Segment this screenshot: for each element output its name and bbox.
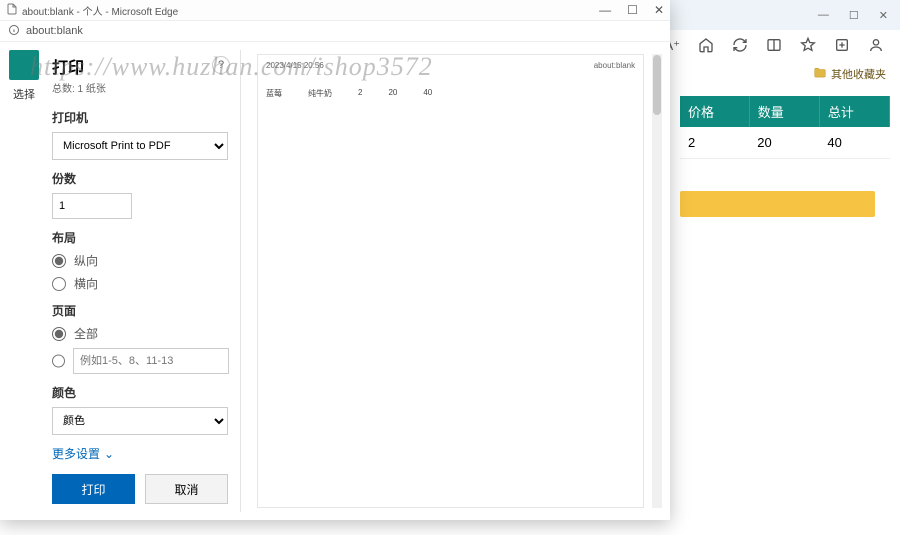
more-settings-label: 更多设置: [52, 445, 100, 462]
print-button[interactable]: 打印: [52, 474, 135, 504]
left-strip: 选择: [8, 50, 40, 512]
landscape-radio[interactable]: [52, 277, 66, 291]
print-title: 打印: [52, 54, 228, 78]
cell-qty: 20: [749, 127, 819, 159]
col-qty: 数量: [749, 96, 819, 127]
preview-mini-row: 蓝莓 纯牛奶 2 20 40: [266, 88, 635, 99]
select-label: 选择: [13, 86, 35, 102]
printer-select[interactable]: Microsoft Print to PDF: [52, 132, 228, 160]
chevron-down-icon: ⌄: [104, 447, 114, 461]
pages-all-row[interactable]: 全部: [52, 325, 228, 342]
more-settings-link[interactable]: 更多设置 ⌄: [52, 445, 114, 462]
preview-page: 2023/4/15 20:56 about:blank 蓝莓 纯牛奶 2 20 …: [257, 54, 644, 508]
teal-tab-chip[interactable]: [9, 50, 39, 80]
dialog-address-bar: about:blank: [0, 21, 670, 42]
profile-icon[interactable]: [868, 37, 884, 56]
layout-label: 布局: [52, 229, 228, 246]
layout-portrait-row[interactable]: 纵向: [52, 252, 228, 269]
color-select[interactable]: 颜色: [52, 407, 228, 435]
preview-timestamp: 2023/4/15 20:56: [266, 61, 324, 70]
pages-custom-input[interactable]: [73, 348, 229, 374]
close-icon[interactable]: ✕: [879, 9, 888, 22]
pages-custom-row[interactable]: [52, 348, 228, 374]
mini-col-1: 纯牛奶: [308, 88, 332, 99]
mini-col-0: 蓝莓: [266, 88, 282, 99]
minimize-icon[interactable]: —: [818, 9, 829, 21]
action-bar[interactable]: [680, 191, 875, 217]
portrait-radio[interactable]: [52, 254, 66, 268]
pages-custom-radio[interactable]: [52, 354, 65, 368]
printer-label: 打印机: [52, 109, 228, 126]
info-icon[interactable]: [8, 24, 26, 39]
print-settings-panel: ? 打印 总数: 1 纸张 打印机 Microsoft Print to PDF…: [46, 50, 241, 512]
home-icon[interactable]: [698, 37, 714, 56]
copies-label: 份数: [52, 170, 228, 187]
page-icon: [6, 3, 22, 18]
table-row: 2 20 40: [680, 127, 890, 159]
print-subtitle: 总数: 1 纸张: [52, 80, 228, 95]
print-dialog-window: about:blank - 个人 - Microsoft Edge — ☐ ✕ …: [0, 0, 670, 520]
print-preview-pane: 2023/4/15 20:56 about:blank 蓝莓 纯牛奶 2 20 …: [247, 50, 662, 512]
favorites-folder-label[interactable]: 其他收藏夹: [831, 66, 886, 82]
dialog-title-text: about:blank - 个人 - Microsoft Edge: [22, 3, 178, 18]
dialog-maximize-icon[interactable]: ☐: [627, 3, 638, 17]
layout-landscape-row[interactable]: 横向: [52, 275, 228, 292]
dialog-close-icon[interactable]: ✕: [654, 3, 664, 17]
refresh-icon[interactable]: [732, 37, 748, 56]
col-total: 总计: [819, 96, 889, 127]
landscape-label: 横向: [74, 275, 98, 292]
folder-icon: [813, 66, 827, 83]
address-text[interactable]: about:blank: [26, 25, 83, 37]
maximize-icon[interactable]: ☐: [849, 9, 859, 22]
copies-input[interactable]: [52, 193, 132, 219]
favorites-icon[interactable]: [800, 37, 816, 56]
split-panel-icon[interactable]: [766, 37, 782, 56]
preview-scrollbar[interactable]: [652, 54, 662, 508]
col-price: 价格: [680, 96, 749, 127]
dialog-titlebar: about:blank - 个人 - Microsoft Edge — ☐ ✕: [0, 0, 670, 21]
cancel-button[interactable]: 取消: [145, 474, 228, 504]
mini-col-3: 20: [388, 88, 397, 99]
portrait-label: 纵向: [74, 252, 98, 269]
dialog-body: 选择 ? 打印 总数: 1 纸张 打印机 Microsoft Print to …: [0, 42, 670, 520]
help-icon[interactable]: ?: [212, 56, 230, 74]
cell-price: 2: [680, 127, 749, 159]
preview-page-title: about:blank: [594, 61, 635, 70]
cell-total: 40: [819, 127, 889, 159]
dialog-minimize-icon[interactable]: —: [599, 3, 611, 17]
data-table: 价格 数量 总计 2 20 40: [680, 96, 890, 159]
pages-all-label: 全部: [74, 325, 98, 342]
pages-label: 页面: [52, 302, 228, 319]
collections-icon[interactable]: [834, 37, 850, 56]
table-header-row: 价格 数量 总计: [680, 96, 890, 127]
mini-col-4: 40: [423, 88, 432, 99]
scrollbar-thumb[interactable]: [653, 55, 661, 115]
dialog-buttons: 打印 取消: [52, 474, 228, 504]
pages-all-radio[interactable]: [52, 327, 66, 341]
mini-col-2: 2: [358, 88, 362, 99]
color-label: 颜色: [52, 384, 228, 401]
